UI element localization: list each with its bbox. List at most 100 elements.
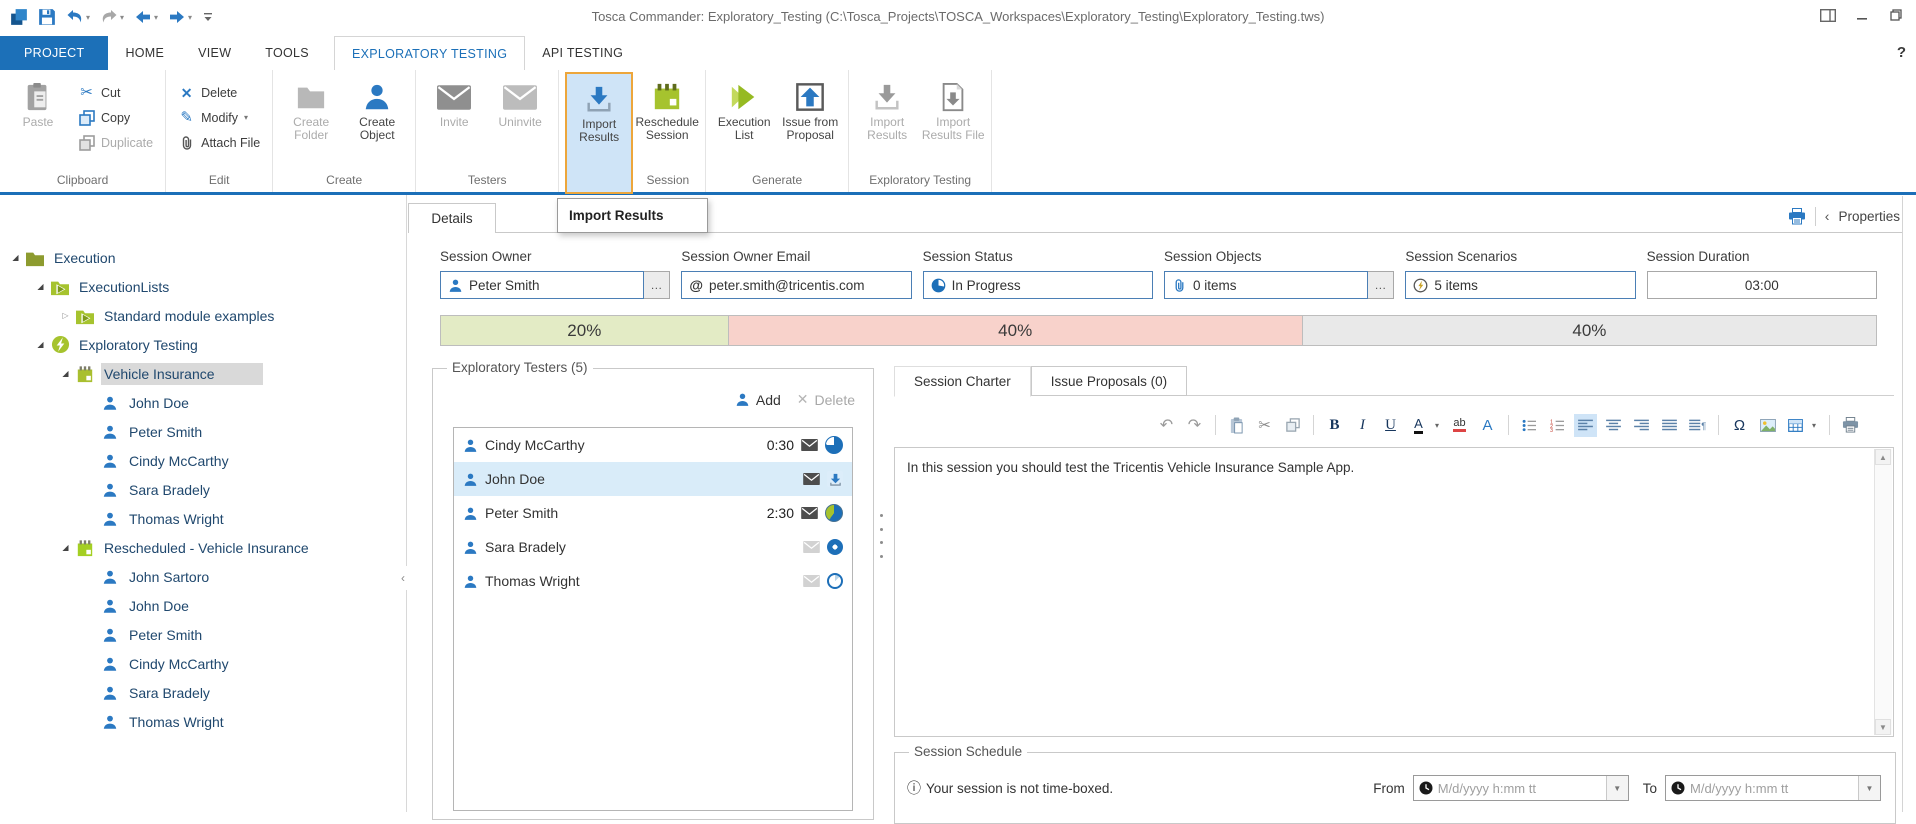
delete-button[interactable]: ✕Delete (172, 80, 266, 105)
tree-item-cindy-mccarthy[interactable]: Cindy McCarthy (0, 446, 406, 475)
tree-item-executionlists[interactable]: ◢ExecutionLists (0, 272, 406, 301)
tree-item-john-doe[interactable]: John Doe (0, 388, 406, 417)
tree-collapse-handle[interactable]: ‹ (398, 566, 408, 590)
tab-view[interactable]: VIEW (181, 36, 248, 70)
clock-outline-icon[interactable] (827, 573, 843, 589)
underline-button[interactable]: U (1379, 414, 1402, 437)
tester-row-cindy-mccarthy[interactable]: Cindy McCarthy0:30 (454, 428, 852, 462)
tree-item-exploratory-testing[interactable]: ◢Exploratory Testing (0, 330, 406, 359)
cut-button[interactable]: ✂Cut (72, 80, 159, 105)
paste-button[interactable] (1225, 414, 1248, 437)
scroll-up-icon[interactable]: ▲ (1875, 449, 1891, 465)
image-button[interactable] (1756, 414, 1779, 437)
envelope-icon[interactable] (801, 507, 818, 519)
tester-row-john-doe[interactable]: John Doe (454, 462, 852, 496)
tab-issue-proposals-0-[interactable]: Issue Proposals (0) (1031, 366, 1187, 396)
session-owner-email-input[interactable]: @peter.smith@tricentis.com (681, 271, 911, 299)
more-options-button[interactable]: … (1368, 271, 1394, 299)
chevron-down-icon[interactable]: ▼ (1858, 776, 1880, 800)
tree-item-john-sartoro[interactable]: John Sartoro (0, 562, 406, 591)
create-object-button[interactable]: Create Object (345, 72, 409, 166)
envelope-icon[interactable] (801, 439, 818, 451)
numbered-list-button[interactable]: 123 (1546, 414, 1569, 437)
help-button[interactable]: ? (1897, 44, 1906, 61)
copy-button[interactable]: Copy (72, 105, 159, 130)
to-datetime-input[interactable]: M/d/yyyy h:mm tt ▼ (1665, 775, 1881, 801)
uninvite-button[interactable]: Uninvite (488, 72, 552, 166)
chevron-down-icon[interactable]: ▾ (1812, 421, 1820, 430)
envelope-icon[interactable] (803, 541, 820, 553)
maximize-button[interactable] (1888, 8, 1904, 22)
bullet-list-button[interactable] (1518, 414, 1541, 437)
editor-scrollbar[interactable]: ▲ ▼ (1874, 449, 1892, 735)
layout-button[interactable] (1820, 8, 1836, 22)
collapse-arrow-icon[interactable]: ◢ (58, 369, 73, 378)
highlight-button[interactable]: ab (1448, 414, 1471, 437)
panel-splitter-handle[interactable] (878, 514, 884, 558)
envelope-icon[interactable] (803, 575, 820, 587)
collapse-arrow-icon[interactable]: ◢ (33, 340, 48, 349)
italic-button[interactable]: I (1351, 414, 1374, 437)
session-owner-input[interactable]: Peter Smith (440, 271, 644, 299)
collapse-arrow-icon[interactable]: ◢ (33, 282, 48, 291)
chevron-down-icon[interactable]: ▼ (1606, 776, 1628, 800)
invite-button[interactable]: Invite (422, 72, 486, 166)
delete-tester-button[interactable]: ✕ Delete (797, 391, 855, 408)
print-icon[interactable] (1788, 208, 1806, 225)
chevron-down-icon[interactable]: ▾ (244, 113, 248, 122)
tab-details[interactable]: Details (408, 203, 496, 233)
tree-item-peter-smith[interactable]: Peter Smith (0, 620, 406, 649)
expand-arrow-icon[interactable]: ▷ (58, 311, 73, 320)
tab-api-testing[interactable]: API TESTING (525, 36, 640, 70)
import-results-file-button[interactable]: Import Results File (921, 72, 985, 166)
tree-item-vehicle-insurance[interactable]: ◢Vehicle Insurance (0, 359, 406, 388)
tree-item-thomas-wright[interactable]: Thomas Wright (0, 504, 406, 533)
session-charter-editor[interactable]: In this session you should test the Tric… (894, 447, 1894, 737)
collapse-arrow-icon[interactable]: ◢ (58, 543, 73, 552)
chevron-left-icon[interactable]: ‹ (1825, 208, 1830, 224)
tree-item-execution[interactable]: ◢Execution (0, 243, 406, 272)
font-button[interactable]: A (1476, 414, 1499, 437)
modify-button[interactable]: ✎Modify▾ (172, 105, 266, 130)
duplicate-button[interactable]: Duplicate (72, 130, 159, 155)
font-color-button[interactable]: A (1407, 414, 1430, 437)
tree-item-thomas-wright[interactable]: Thomas Wright (0, 707, 406, 736)
scroll-down-icon[interactable]: ▼ (1875, 719, 1891, 735)
copy-button[interactable] (1281, 414, 1304, 437)
session-status-input[interactable]: In Progress (923, 271, 1153, 299)
chevron-down-icon[interactable]: ▾ (1435, 421, 1443, 430)
omega-button[interactable]: Ω (1728, 414, 1751, 437)
add-tester-button[interactable]: Add (735, 392, 781, 408)
tree-item-peter-smith[interactable]: Peter Smith (0, 417, 406, 446)
tab-tools[interactable]: TOOLS (248, 36, 326, 70)
tester-row-sara-bradely[interactable]: Sara Bradely (454, 530, 852, 564)
issue-from-proposal-button[interactable]: Issue from Proposal (778, 72, 842, 166)
redo-button[interactable]: ↷ (1183, 414, 1206, 437)
align-right-button[interactable] (1630, 414, 1653, 437)
tab-session-charter[interactable]: Session Charter (894, 366, 1031, 397)
paste-button[interactable]: Paste (6, 72, 70, 166)
reschedule-session-button[interactable]: Reschedule Session (635, 72, 699, 166)
print-button[interactable] (1839, 414, 1862, 437)
tree-item-standard-module-examples[interactable]: ▷Standard module examples (0, 301, 406, 330)
tab-home[interactable]: HOME (108, 36, 181, 70)
attach-file-button[interactable]: Attach File (172, 130, 266, 155)
execution-list-button[interactable]: Execution List (712, 72, 776, 166)
pie-mixed-icon[interactable] (825, 504, 843, 522)
bold-button[interactable]: B (1323, 414, 1346, 437)
properties-button[interactable]: Properties (1838, 209, 1900, 224)
tester-row-thomas-wright[interactable]: Thomas Wright (454, 564, 852, 598)
create-folder-button[interactable]: Create Folder (279, 72, 343, 166)
session-objects-input[interactable]: 0 items (1164, 271, 1368, 299)
tester-row-peter-smith[interactable]: Peter Smith2:30 (454, 496, 852, 530)
from-datetime-input[interactable]: M/d/yyyy h:mm tt ▼ (1413, 775, 1629, 801)
circle-dot-icon[interactable] (827, 539, 843, 555)
pie-progress-icon[interactable] (825, 436, 843, 454)
tree-item-john-doe[interactable]: John Doe (0, 591, 406, 620)
import-results-button[interactable]: Import Results (565, 72, 633, 194)
tab-project[interactable]: PROJECT (0, 36, 108, 70)
session-scenarios-input[interactable]: 5 items (1405, 271, 1635, 299)
minimize-button[interactable] (1854, 8, 1870, 22)
envelope-icon[interactable] (803, 473, 820, 485)
align-center-button[interactable] (1602, 414, 1625, 437)
